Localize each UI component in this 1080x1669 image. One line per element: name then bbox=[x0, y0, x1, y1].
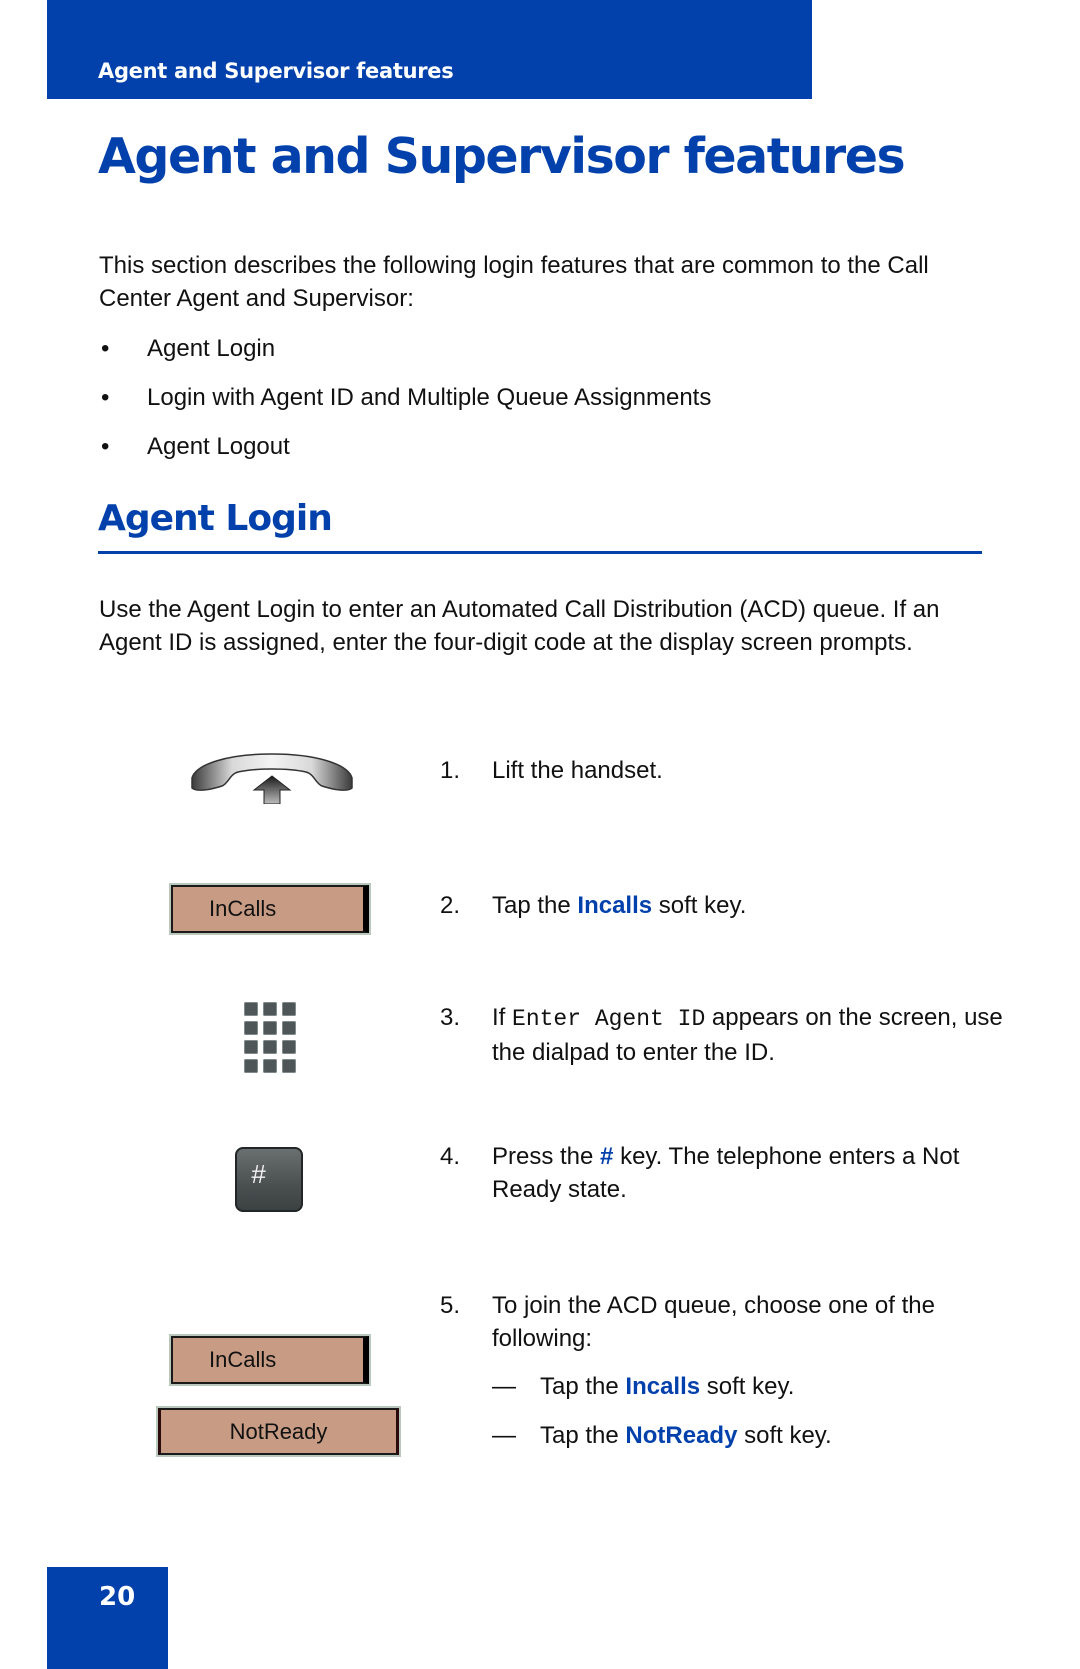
option-text-pre: Tap the bbox=[540, 1373, 626, 1400]
keyword-incalls: Incalls bbox=[577, 892, 653, 919]
dialpad-key bbox=[263, 1040, 277, 1054]
dialpad-key bbox=[244, 1059, 258, 1073]
list-item: • Login with Agent ID and Multiple Queue … bbox=[99, 381, 711, 430]
step-text: To join the ACD queue, choose one of the… bbox=[492, 1292, 935, 1352]
incalls-softkey[interactable]: InCalls bbox=[171, 885, 369, 933]
section-divider bbox=[98, 551, 982, 554]
dialpad-key bbox=[282, 1021, 296, 1035]
section-paragraph: Use the Agent Login to enter an Automate… bbox=[99, 596, 940, 656]
step-text: Press the # key. The telephone enters a … bbox=[492, 1140, 1012, 1206]
bullet-icon: • bbox=[101, 384, 110, 411]
softkey-label: InCalls bbox=[209, 896, 277, 921]
option-text: Tap the NotReady soft key. bbox=[540, 1419, 832, 1452]
list-item-label: Agent Logout bbox=[147, 433, 290, 460]
hash-key-label: # bbox=[251, 1159, 266, 1189]
bullet-icon: • bbox=[101, 335, 110, 362]
step-text-pre: Press the bbox=[492, 1143, 601, 1170]
step-number: 5. bbox=[440, 1292, 461, 1319]
step-number: 4. bbox=[440, 1143, 461, 1170]
step-text: Lift the handset. bbox=[492, 757, 663, 784]
softkey-label: NotReady bbox=[229, 1418, 328, 1444]
list-item-label: Login with Agent ID and Multiple Queue A… bbox=[147, 384, 712, 411]
keyword-notready: NotReady bbox=[625, 1422, 738, 1449]
dialpad-icon bbox=[244, 1002, 296, 1076]
dash-icon: — bbox=[492, 1373, 516, 1400]
notready-softkey[interactable]: NotReady bbox=[158, 1408, 399, 1455]
page-title: Agent and Supervisor features bbox=[98, 128, 906, 185]
dialpad-key bbox=[282, 1059, 296, 1073]
dialpad-key bbox=[244, 1040, 258, 1054]
list-item: • Agent Logout bbox=[99, 430, 711, 479]
dialpad-key bbox=[282, 1040, 296, 1054]
bullet-icon: • bbox=[101, 433, 110, 460]
step-text-post: soft key. bbox=[652, 892, 747, 919]
dialpad-key bbox=[263, 1002, 277, 1016]
step-text: If Enter Agent ID appears on the screen,… bbox=[492, 1001, 1012, 1069]
feature-list: • Agent Login • Login with Agent ID and Mu… bbox=[99, 332, 711, 479]
page-number: 20 bbox=[99, 1582, 136, 1612]
handset-lift-icon bbox=[191, 753, 353, 804]
running-header: Agent and Supervisor features bbox=[98, 59, 454, 83]
dialpad-key bbox=[282, 1002, 296, 1016]
softkey-label: InCalls bbox=[209, 1347, 277, 1372]
dash-icon: — bbox=[492, 1422, 516, 1449]
option-text-post: soft key. bbox=[737, 1422, 832, 1449]
header-band: Agent and Supervisor features bbox=[47, 0, 812, 99]
keyword-hash: # bbox=[600, 1143, 614, 1170]
step-text: Tap the Incalls soft key. bbox=[492, 889, 1012, 922]
option-text-pre: Tap the bbox=[540, 1422, 626, 1449]
dialpad-key bbox=[263, 1059, 277, 1073]
incalls-softkey[interactable]: InCalls bbox=[171, 1336, 369, 1384]
list-item: • Agent Login bbox=[99, 332, 711, 381]
hash-key-icon: # bbox=[235, 1147, 303, 1212]
step-number: 2. bbox=[440, 892, 461, 919]
screen-prompt: Enter Agent ID bbox=[512, 1006, 706, 1032]
step-text-pre: Tap the bbox=[492, 892, 578, 919]
step-number: 3. bbox=[440, 1004, 461, 1031]
section-title: Agent Login bbox=[98, 498, 333, 539]
option-text: Tap the Incalls soft key. bbox=[540, 1370, 794, 1403]
keyword-incalls: Incalls bbox=[625, 1373, 701, 1400]
step-text-pre: If bbox=[492, 1004, 513, 1031]
intro-paragraph: This section describes the following log… bbox=[99, 252, 929, 312]
list-item-label: Agent Login bbox=[147, 335, 276, 362]
dialpad-key bbox=[244, 1021, 258, 1035]
option-text-post: soft key. bbox=[700, 1373, 795, 1400]
dialpad-key bbox=[263, 1021, 277, 1035]
dialpad-key bbox=[244, 1002, 258, 1016]
step-number: 1. bbox=[440, 757, 461, 784]
